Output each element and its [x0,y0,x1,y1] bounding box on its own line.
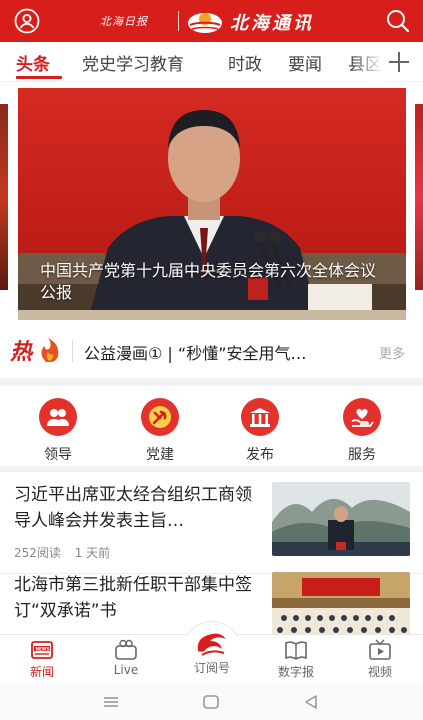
banner-carousel[interactable]: 中国共产党第十九届中央委员会第六次全体会议公报 [0,88,423,320]
quick-item-party[interactable]: 党建 [130,398,190,464]
party-icon [141,398,179,436]
user-icon[interactable] [14,8,40,34]
hot-badge-icon: 热 [9,336,62,366]
tab-headline[interactable]: 头条 [16,50,50,75]
quick-item-label: 党建 [146,447,174,463]
bottom-navigation: NEWS 新闻 Live 订阅号 数字报 视频 [0,621,423,686]
quick-item-label: 领导 [44,447,72,463]
news-title: 北海市第三批新任职干部集中签订“双承诺”书 [14,575,252,621]
back-icon[interactable] [302,694,320,714]
quick-item-release[interactable]: 发布 [230,398,290,464]
digital-paper-icon [284,639,308,661]
add-channel-icon[interactable] [389,52,409,72]
svg-text:NEWS: NEWS [36,646,50,651]
video-icon [368,639,392,661]
next-slide-peek [415,104,423,290]
svg-text:热: 热 [10,339,34,365]
tab-politics[interactable]: 时政 [228,50,262,75]
system-navigation-bar [0,684,423,720]
nav-label: 新闻 [29,665,54,679]
subscribe-icon[interactable] [192,629,232,663]
publish-time: 1 天前 [74,546,111,560]
logo-divider [178,11,179,31]
logo-beihai-tongxun: 北海通讯 [230,13,314,34]
news-icon: NEWS [30,639,54,661]
tab-party-history[interactable]: 党史学习教育 [82,50,184,75]
quick-item-service[interactable]: 服务 [332,398,392,464]
banner-caption: 中国共产党第十九届中央委员会第六次全体会议公报 [40,261,377,302]
divider [0,466,423,472]
leader-icon [39,398,77,436]
release-icon [241,398,279,436]
quick-item-leader[interactable]: 领导 [28,398,88,464]
quick-item-label: 发布 [246,447,274,463]
nav-label: 数字报 [277,665,314,679]
hot-news-ticker[interactable]: 热 公益漫画① | “秒懂”安全用气… 更多 [0,326,423,376]
tab-news[interactable]: 要闻 [288,50,322,75]
nav-news[interactable]: NEWS 新闻 [12,639,72,680]
news-thumbnail [272,482,410,556]
news-meta: 252阅读 1 天前 [14,544,120,561]
prev-slide-peek [0,104,8,290]
top-header: 北海日报 北海通讯 [0,0,423,42]
banner-slide[interactable]: 中国共产党第十九届中央委员会第六次全体会议公报 [18,88,406,320]
app-logo: 北海日报 北海通讯 [100,5,340,37]
news-item[interactable]: 习近平出席亚太经合组织工商领导人峰会并发表主旨… 252阅读 1 天前 [0,474,423,574]
quick-menu: 领导 党建 发布 服务 [0,392,423,470]
logo-beihai-daily: 北海日报 [100,15,148,28]
live-icon [114,639,138,661]
divider [0,378,423,386]
hot-news-text[interactable]: 公益漫画① | “秒懂”安全用气… [84,340,356,364]
service-icon [343,398,381,436]
quick-item-label: 服务 [348,447,376,463]
emblem-icon [186,7,224,39]
news-title: 习近平出席亚太经合组织工商领导人峰会并发表主旨… [14,485,252,531]
nav-digital-paper[interactable]: 数字报 [266,639,326,680]
nav-subscribe-label[interactable]: 订阅号 [182,659,242,676]
menu-icon[interactable] [102,694,120,714]
home-icon[interactable] [202,694,220,714]
nav-label: Live [113,663,139,677]
nav-video[interactable]: 视频 [350,639,410,680]
read-count: 252阅读 [14,546,61,560]
nav-label: 视频 [367,665,392,679]
active-tab-indicator [16,76,62,79]
more-link[interactable]: 更多 [379,343,405,362]
channel-tabs: 头条 党史学习教育 时政 要闻 县区 [0,42,423,82]
nav-live[interactable]: Live [96,639,156,677]
search-icon[interactable] [385,8,411,34]
